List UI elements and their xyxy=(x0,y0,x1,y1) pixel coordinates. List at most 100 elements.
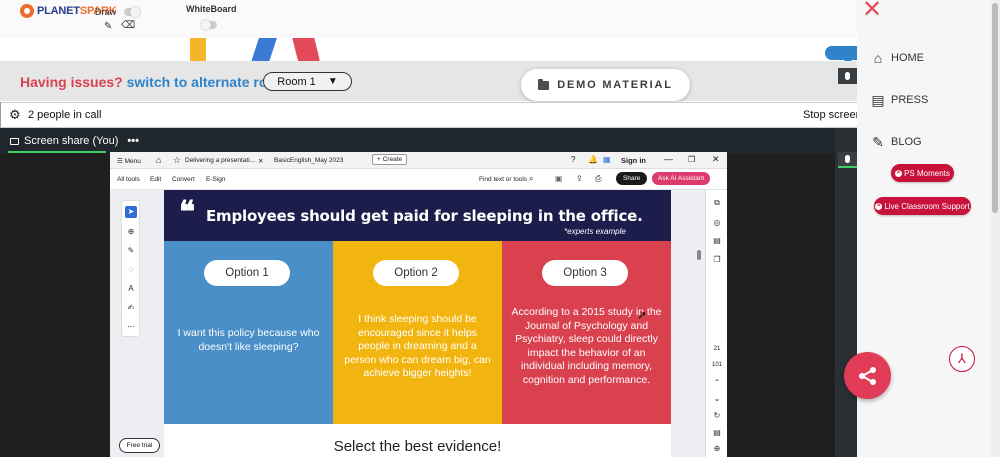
share-icon xyxy=(858,366,877,385)
bookmark-icon[interactable]: ▤ xyxy=(711,236,723,245)
call-bar: ⚙ 2 people in call Stop screen xyxy=(0,102,862,128)
tab-close-icon[interactable]: ✕ xyxy=(258,157,263,165)
organize-icon[interactable]: ⧉ xyxy=(711,198,723,208)
issue-message: Having issues? switch to alternate room xyxy=(20,74,288,90)
screen-share-header: Screen share (You) ••• xyxy=(0,128,835,153)
share-fab-button[interactable] xyxy=(844,352,891,399)
option-1-label: Option 1 xyxy=(204,260,290,286)
zoom-tool-icon[interactable]: ⊕ xyxy=(125,226,137,238)
search-icon[interactable]: ⌕ xyxy=(529,174,533,184)
acrobat-tab-bar: ☰ Menu ⌂ ☆ Delivering a presentati... ✕ … xyxy=(110,152,727,169)
nav-blog[interactable]: ✎ BLOG xyxy=(871,135,922,149)
rotate-icon[interactable]: ↻ xyxy=(711,411,723,420)
option-column-3: Option 3 According to a 2015 study in th… xyxy=(502,241,671,424)
demo-material-button[interactable]: DEMO MATERIAL xyxy=(521,69,690,101)
zoom-in-icon[interactable]: ⊕ xyxy=(711,444,723,453)
ask-ai-assistant-button[interactable]: Ask AI Assistant xyxy=(652,172,711,185)
home-icon[interactable]: ⌂ xyxy=(156,155,161,165)
bell-icon[interactable]: 🔔 xyxy=(588,155,598,164)
option-column-2: Option 2 I think sleeping should be enco… xyxy=(333,241,502,424)
folder-icon xyxy=(538,78,550,90)
close-circle-icon: ✕ xyxy=(875,202,883,210)
menu-edit[interactable]: Edit xyxy=(150,176,161,183)
star-icon[interactable]: ☆ xyxy=(173,155,181,166)
close-circle-icon: ✕ xyxy=(895,169,903,177)
eraser-icon[interactable]: ⌫ xyxy=(121,20,135,31)
ps-moments-button[interactable]: ✕ PS Moments xyxy=(891,164,954,182)
slide-header: ❝ Employees should get paid for sleeping… xyxy=(164,190,671,241)
participant-mic-tile[interactable] xyxy=(838,152,857,168)
sign-tool-icon[interactable]: ✍ xyxy=(125,302,137,314)
document-scrollbar[interactable] xyxy=(697,250,701,260)
create-button[interactable]: + Create xyxy=(372,154,408,165)
fit-page-icon[interactable]: ▤ xyxy=(711,428,723,437)
issues-bar: Having issues? switch to alternate room … xyxy=(0,61,857,101)
slide-footer-prompt: Select the best evidence! xyxy=(333,438,502,455)
whiteboard-toggle[interactable] xyxy=(201,20,217,30)
comment-icon[interactable]: ◎ xyxy=(711,218,723,227)
stop-screen-button[interactable]: Stop screen xyxy=(803,109,862,121)
upload-icon[interactable]: ⇪ xyxy=(576,174,583,183)
option-2-label: Option 2 xyxy=(373,260,459,286)
menu-all-tools[interactable]: All tools xyxy=(117,176,140,183)
logo-badge-icon xyxy=(20,4,34,18)
menu-convert[interactable]: Convert xyxy=(172,176,195,183)
participant-panel xyxy=(835,128,857,457)
live-classroom-support-button[interactable]: ✕ Live Classroom Support xyxy=(874,197,971,215)
presentation-slide: ❝ Employees should get paid for sleeping… xyxy=(164,190,671,457)
nav-home[interactable]: ⌂ HOME xyxy=(871,51,924,65)
option-column-1: Option 1 I want this policy because who … xyxy=(164,241,333,424)
sign-in-button[interactable]: Sign in xyxy=(621,156,646,165)
room-select-value: Room 1 xyxy=(277,75,316,88)
top-toolbar: PLANETSPARK Draw ✎ ⌫ WhiteBoard xyxy=(0,0,857,38)
page-down-icon[interactable]: ⌄ xyxy=(711,394,723,403)
save-icon[interactable]: ▣ xyxy=(555,174,563,183)
home-icon: ⌂ xyxy=(873,50,883,66)
close-nav-icon[interactable]: ✕ xyxy=(862,0,882,22)
more-tools-icon[interactable]: ⋯ xyxy=(125,321,137,333)
nav-blog-label: BLOG xyxy=(891,136,922,148)
highlight-tool-icon[interactable]: ✎ xyxy=(125,245,137,257)
page-scrollbar-thumb[interactable] xyxy=(992,3,998,213)
nav-home-label: HOME xyxy=(891,52,924,64)
menu-esign[interactable]: E-Sign xyxy=(206,176,226,183)
apps-grid-icon[interactable]: ▦ xyxy=(603,155,611,164)
room-select[interactable]: Room 1 ▼ xyxy=(263,72,352,91)
text-tool-icon[interactable]: A xyxy=(125,283,137,295)
find-tools-field[interactable]: Find text or tools xyxy=(479,176,527,183)
mic-icon xyxy=(845,72,850,80)
draw-toggle[interactable] xyxy=(124,7,140,17)
print-icon[interactable]: ⎙ xyxy=(595,174,601,184)
screen-share-label: Screen share (You) xyxy=(24,135,119,147)
free-trial-button[interactable]: Free trial xyxy=(119,438,160,453)
maximize-icon[interactable]: ❐ xyxy=(688,155,695,164)
mouse-cursor-icon: ➚ xyxy=(637,308,648,322)
pdf-icon[interactable]: ⅄ xyxy=(949,346,975,372)
draw-label: Draw xyxy=(95,7,117,17)
help-icon[interactable]: ? xyxy=(571,155,575,164)
option-3-label: Option 3 xyxy=(542,260,628,286)
menu-button[interactable]: ☰ Menu xyxy=(117,157,141,165)
demo-material-label: DEMO MATERIAL xyxy=(557,79,673,91)
issue-prefix: Having issues? xyxy=(20,74,123,90)
current-page-number[interactable]: 21 xyxy=(710,346,724,352)
pages-icon[interactable]: ❐ xyxy=(711,255,723,264)
nav-press-label: PRESS xyxy=(891,94,929,106)
select-tool-icon[interactable]: ➤ xyxy=(125,206,137,218)
tab-presentation[interactable]: Delivering a presentati... xyxy=(185,157,255,164)
minimize-icon[interactable]: — xyxy=(664,154,673,164)
tab-basic-english[interactable]: BasicEnglish_May 2023 xyxy=(274,157,343,164)
participant-mic-tile[interactable] xyxy=(838,68,857,84)
acrobat-window: ☰ Menu ⌂ ☆ Delivering a presentati... ✕ … xyxy=(110,152,727,457)
window-close-icon[interactable]: ✕ xyxy=(712,154,720,165)
draw-tool-icon[interactable]: ◌ xyxy=(125,264,137,276)
ps-moments-label: PS Moments xyxy=(904,168,950,178)
newspaper-icon: ▤ xyxy=(871,92,885,108)
pencil-icon[interactable]: ✎ xyxy=(104,21,112,32)
gear-icon[interactable]: ⚙ xyxy=(9,107,21,123)
nav-press[interactable]: ▤ PRESS xyxy=(871,93,928,107)
right-tool-rail: ⧉ ◎ ▤ ❐ 21 101 ⌃ ⌄ ↻ ▤ ⊕ xyxy=(705,190,727,457)
page-up-icon[interactable]: ⌃ xyxy=(711,378,723,387)
share-button[interactable]: Share xyxy=(616,172,648,185)
screen-share-menu-button[interactable]: ••• xyxy=(127,135,139,147)
